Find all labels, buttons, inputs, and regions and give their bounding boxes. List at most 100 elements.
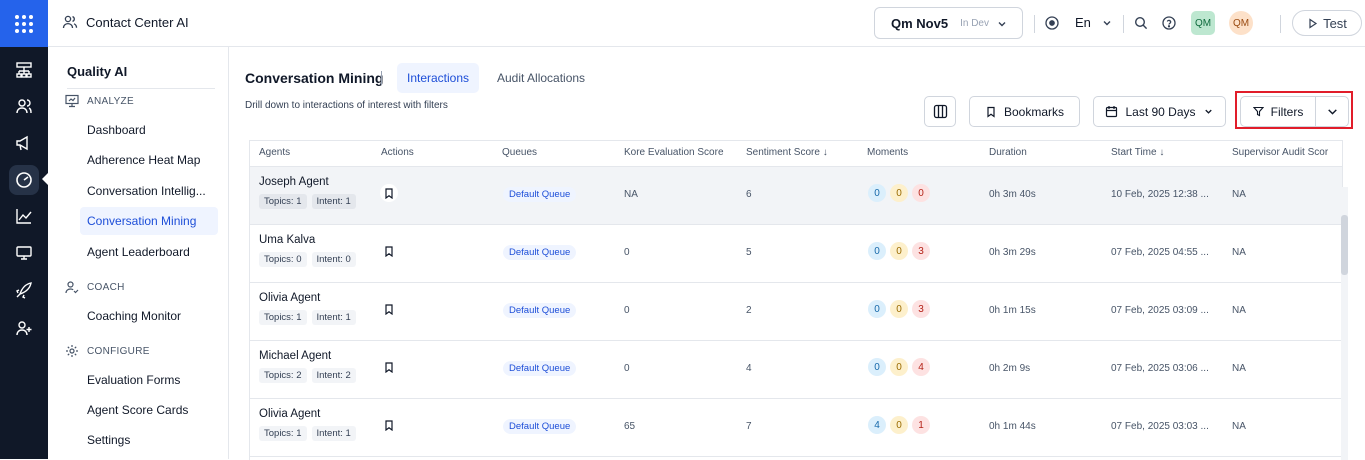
- moment-count: 0: [890, 242, 908, 260]
- sidebar-item-label: Dashboard: [87, 123, 146, 137]
- avatar-initials: QM: [1195, 18, 1211, 29]
- agent-name: Michael Agent: [259, 350, 331, 362]
- table-row[interactable]: Olivia Agent Topics: 1 Intent: 1 Default…: [250, 283, 1343, 341]
- moments: 0 0 4: [868, 358, 930, 376]
- table-row[interactable]: Uma Kalva Topics: 0 Intent: 0 Default Qu…: [250, 225, 1343, 283]
- title-divider: [381, 71, 382, 85]
- column-header[interactable]: Start Time ↓: [1111, 147, 1164, 158]
- bookmarks-label: Bookmarks: [1004, 105, 1064, 119]
- column-header[interactable]: Agents: [259, 147, 290, 158]
- tab-interactions[interactable]: Interactions: [397, 63, 479, 93]
- date-range-selector[interactable]: Last 90 Days: [1093, 96, 1226, 127]
- moments: 0 0 3: [868, 242, 930, 260]
- intent-chip: Intent: 2: [312, 368, 356, 383]
- users-icon[interactable]: [12, 94, 36, 118]
- divider: [1280, 15, 1281, 33]
- bookmark-icon[interactable]: [380, 358, 398, 376]
- topics-chip: Topics: 0: [259, 252, 307, 267]
- supervisor-audit-score: NA: [1232, 305, 1246, 316]
- column-header[interactable]: Queues: [502, 147, 537, 158]
- duration: 0h 1m 15s: [989, 305, 1036, 316]
- scrollbar[interactable]: [1341, 187, 1348, 460]
- topics-chip: Topics: 1: [259, 426, 307, 441]
- scrollbar-thumb[interactable]: [1341, 215, 1348, 275]
- tab-label: Interactions: [407, 71, 469, 85]
- column-header[interactable]: Moments: [867, 147, 908, 158]
- user-avatar[interactable]: QM: [1229, 11, 1253, 35]
- bookmark-icon[interactable]: [380, 300, 398, 318]
- top-bar: Contact Center AI Qm Nov5 In Dev En QM Q…: [48, 0, 1365, 47]
- column-header[interactable]: Supervisor Audit Scor: [1232, 147, 1328, 158]
- moment-count: 0: [868, 242, 886, 260]
- rocket-icon[interactable]: [12, 278, 36, 302]
- start-time: 10 Feb, 2025 12:38 ...: [1111, 189, 1209, 200]
- column-header[interactable]: Kore Evaluation Score: [624, 147, 724, 158]
- calendar-icon: [1105, 105, 1118, 118]
- chevron-down-icon[interactable]: [1099, 15, 1115, 31]
- search-icon[interactable]: [1133, 15, 1149, 31]
- bookmark-icon[interactable]: [380, 416, 398, 434]
- help-icon[interactable]: [1161, 15, 1177, 31]
- app-launcher-button[interactable]: [0, 0, 48, 47]
- column-header[interactable]: Duration: [989, 147, 1027, 158]
- bookmarks-button[interactable]: Bookmarks: [969, 96, 1080, 127]
- moment-count: 3: [912, 242, 930, 260]
- table-row[interactable]: Joseph Agent Topics: 1 Intent: 1 Default…: [250, 167, 1343, 225]
- presentation-icon: [65, 94, 79, 108]
- sidebar-item-evaluation-forms[interactable]: Evaluation Forms: [80, 366, 218, 394]
- topics-chip: Topics: 2: [259, 368, 307, 383]
- sidebar-item-agent-leaderboard[interactable]: Agent Leaderboard: [80, 238, 218, 266]
- test-button[interactable]: Test: [1292, 10, 1362, 36]
- bookmark-icon[interactable]: [380, 184, 398, 202]
- duration: 0h 3m 40s: [989, 189, 1036, 200]
- line-chart-icon[interactable]: [12, 204, 36, 228]
- start-time: 07 Feb, 2025 03:06 ...: [1111, 363, 1209, 374]
- sidebar-title: Quality AI: [67, 64, 215, 89]
- section-label: ANALYZE: [87, 96, 134, 107]
- bookmark-icon: [985, 106, 997, 118]
- avatar[interactable]: QM: [1191, 11, 1215, 35]
- megaphone-icon[interactable]: [12, 131, 36, 155]
- divider: [1034, 15, 1035, 33]
- sidebar-item-adherence-heat-map[interactable]: Adherence Heat Map: [80, 146, 218, 174]
- sidebar-item-coaching-monitor[interactable]: Coaching Monitor: [80, 302, 218, 330]
- sidebar-item-conversation-intelligence[interactable]: Conversation Intellig...: [80, 177, 218, 205]
- language-selector[interactable]: En: [1075, 15, 1091, 30]
- user-check-icon: [65, 280, 79, 294]
- sidebar-item-settings[interactable]: Settings: [80, 426, 218, 454]
- table-row[interactable]: Olivia Agent Topics: 1 Intent: 1 Default…: [250, 399, 1343, 457]
- sitemap-icon[interactable]: [12, 58, 36, 82]
- queue-badge: Default Queue: [503, 245, 576, 260]
- sidebar-item-label: Evaluation Forms: [87, 373, 180, 387]
- column-header[interactable]: Sentiment Score ↓: [746, 147, 828, 158]
- sentiment-score: 7: [746, 421, 752, 432]
- moment-count: 0: [868, 184, 886, 202]
- table-row[interactable]: Michael Agent Topics: 2 Intent: 2 Defaul…: [250, 341, 1343, 399]
- sidebar-item-label: Agent Leaderboard: [87, 245, 190, 259]
- start-time: 07 Feb, 2025 03:03 ...: [1111, 421, 1209, 432]
- environment-selector[interactable]: Qm Nov5 In Dev: [874, 7, 1023, 39]
- gauge-icon[interactable]: [9, 165, 39, 195]
- user-plus-icon[interactable]: [12, 316, 36, 340]
- language-label: En: [1075, 15, 1091, 30]
- sidebar-item-conversation-mining[interactable]: Conversation Mining: [80, 207, 218, 235]
- column-header[interactable]: Actions: [381, 147, 414, 158]
- moment-count: 0: [868, 358, 886, 376]
- bookmark-icon[interactable]: [380, 242, 398, 260]
- monitor-icon[interactable]: [12, 241, 36, 265]
- columns-button[interactable]: [924, 96, 956, 127]
- sidebar-item-label: Agent Score Cards: [87, 403, 188, 417]
- moments: 4 0 1: [868, 416, 930, 434]
- sidebar-item-agent-score-cards[interactable]: Agent Score Cards: [80, 396, 218, 424]
- supervisor-audit-score: NA: [1232, 189, 1246, 200]
- moment-count: 0: [912, 184, 930, 202]
- section-label: COACH: [87, 282, 125, 293]
- columns-icon: [933, 104, 948, 119]
- record-icon[interactable]: [1044, 15, 1060, 31]
- moment-count: 0: [890, 300, 908, 318]
- supervisor-audit-score: NA: [1232, 421, 1246, 432]
- section-label: CONFIGURE: [87, 346, 150, 357]
- sentiment-score: 6: [746, 189, 752, 200]
- sidebar-item-dashboard[interactable]: Dashboard: [80, 116, 218, 144]
- tab-audit-allocations[interactable]: Audit Allocations: [487, 63, 595, 93]
